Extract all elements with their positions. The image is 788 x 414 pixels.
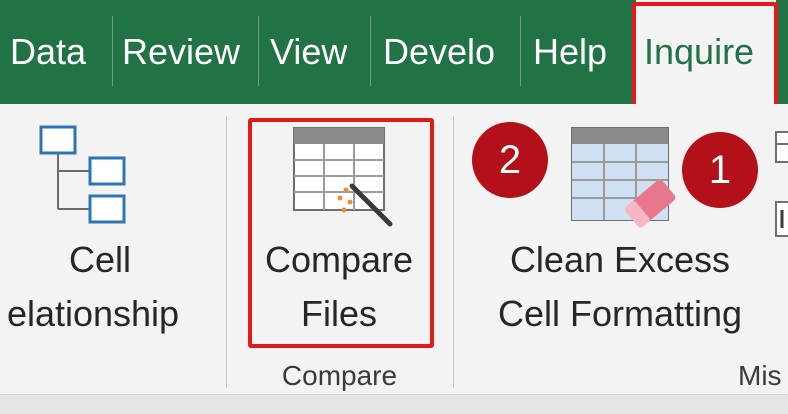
cell-relationship-icon	[39, 125, 126, 224]
tab-divider	[258, 16, 259, 86]
tab-review[interactable]: Review	[122, 0, 240, 104]
tab-label: Review	[122, 31, 241, 72]
step-badge-2: 2	[472, 122, 548, 198]
clean-excess-label-line2: Cell Formatting	[497, 293, 743, 334]
tab-label: Data	[10, 31, 87, 72]
tab-help[interactable]: Help	[533, 0, 607, 104]
tab-view[interactable]: View	[270, 0, 347, 104]
clean-formatting-icon	[571, 127, 676, 228]
group-divider	[453, 116, 454, 388]
cell-relationship-label-line1: Cell	[68, 239, 131, 280]
tab-divider	[520, 16, 521, 86]
group-label-misc: Mis	[738, 360, 782, 391]
partial-table-icon	[775, 131, 788, 237]
group-label-compare: Compare	[281, 360, 398, 391]
tab-divider	[370, 16, 371, 86]
step-badge-1: 1	[682, 132, 758, 208]
tab-label: Develo	[383, 31, 496, 72]
clean-excess-label-line1: Clean Excess	[509, 239, 731, 280]
tab-data[interactable]: Data	[10, 0, 86, 104]
inquire-tab-highlight	[632, 2, 778, 110]
ribbon-bottom-border	[0, 394, 788, 414]
tab-developer[interactable]: Develo	[383, 0, 495, 104]
cell-relationship-label-line2: elationship	[6, 293, 180, 334]
tab-label: View	[270, 31, 348, 72]
group-divider	[226, 116, 227, 388]
compare-files-highlight	[248, 118, 434, 348]
tab-divider	[112, 16, 113, 86]
tab-label: Help	[533, 31, 608, 72]
